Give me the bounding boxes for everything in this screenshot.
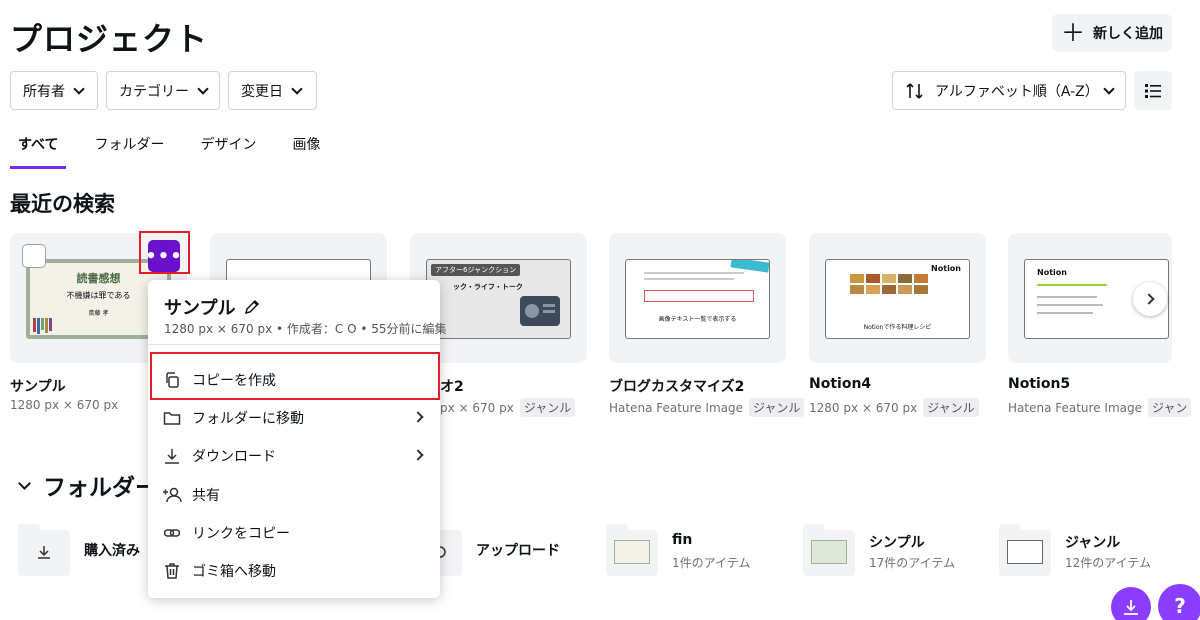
folder-count: 12件のアイテム	[1065, 556, 1152, 570]
chevron-down-icon	[291, 82, 303, 95]
design-thumbnail: アフター6ジャンクション ック・ライフ・トーク	[426, 259, 571, 339]
card-title[interactable]: Notion4	[809, 376, 871, 392]
tab-all[interactable]: すべて	[10, 130, 67, 169]
download-icon	[162, 446, 182, 466]
ribbon-decoration	[730, 260, 769, 273]
design-thumbnail: Notion Notionで作る料理レシピ	[825, 259, 970, 339]
folder-name[interactable]: シンプル	[869, 532, 925, 552]
card-tag: ジャンル	[748, 398, 805, 417]
recent-section-title: 最近の検索	[10, 192, 115, 216]
filter-category[interactable]: カテゴリー	[106, 71, 220, 110]
divider	[148, 344, 440, 345]
card-meta: Hatena Feature Image ジャンル	[609, 398, 805, 417]
sort-icon	[906, 82, 923, 99]
card-tag: ジャン	[1147, 398, 1192, 417]
folder-icon	[162, 408, 182, 428]
folder-preview	[811, 540, 847, 564]
chevron-right-icon	[1142, 293, 1155, 305]
folder-preview	[1007, 540, 1043, 564]
books-illustration	[33, 318, 52, 334]
folder-name[interactable]: アップロード	[476, 540, 560, 560]
help-icon: ?	[1174, 594, 1186, 618]
folder-icon[interactable]	[803, 524, 855, 576]
folder-count: 17件のアイテム	[869, 556, 956, 570]
card-tag: ジャンル	[923, 398, 979, 417]
food-grid	[850, 274, 928, 294]
highlight-box	[139, 231, 190, 274]
trash-icon	[162, 561, 182, 581]
folder-name[interactable]: ジャンル	[1065, 532, 1120, 552]
folder-icon[interactable]	[606, 524, 658, 576]
menu-item-share[interactable]: 共有	[148, 476, 440, 514]
page-title: プロジェクト	[10, 20, 209, 58]
tab-folders[interactable]: フォルダー	[86, 130, 172, 169]
help-fab[interactable]: ?	[1158, 584, 1200, 620]
chevron-down-icon	[1103, 82, 1115, 95]
card-meta: 1280 px × 670 px	[10, 398, 119, 412]
download-icon	[38, 546, 50, 559]
design-thumbnail: 画像テキスト一覧で表示する	[625, 259, 770, 339]
chevron-right-icon	[412, 449, 424, 461]
pencil-icon[interactable]	[243, 298, 261, 316]
folder-icon[interactable]	[18, 524, 70, 576]
download-fab[interactable]	[1111, 587, 1151, 620]
folder-name[interactable]: fin	[672, 532, 692, 548]
list-icon	[1145, 83, 1161, 98]
filter-modified-date[interactable]: 変更日	[228, 71, 317, 110]
menu-item-move-to-folder[interactable]: フォルダーに移動	[148, 399, 440, 437]
card-title[interactable]: オ2	[440, 376, 464, 396]
card-title[interactable]: ブログカスタマイズ2	[609, 376, 744, 396]
card-tag: ジャンル	[519, 398, 576, 417]
radio-icon	[520, 296, 560, 326]
add-new-button[interactable]: ＋ 新しく追加	[1052, 14, 1172, 52]
folder-name[interactable]: 購入済み	[84, 540, 140, 560]
card-meta: px × 670 px ジャンル	[440, 398, 576, 417]
card-title[interactable]: Notion5	[1008, 376, 1070, 392]
folder-icon[interactable]	[999, 524, 1051, 576]
design-card[interactable]: Notion Notionで作る料理レシピ	[809, 233, 986, 363]
highlight-box	[150, 352, 440, 400]
folder-preview	[614, 540, 650, 564]
plus-icon: ＋	[1061, 19, 1085, 47]
menu-item-move-to-trash[interactable]: ゴミ箱へ移動	[148, 552, 440, 590]
menu-subtitle: 1280 px × 670 px • 作成者：C O • 55分前に編集	[164, 322, 447, 336]
share-icon	[162, 485, 182, 505]
tab-designs[interactable]: デザイン	[192, 130, 264, 169]
select-checkbox[interactable]	[22, 244, 46, 268]
folders-section-title[interactable]: フォルダー	[18, 468, 158, 502]
menu-title[interactable]: サンプル	[164, 294, 261, 320]
card-meta: Hatena Feature Image ジャン	[1008, 398, 1200, 417]
carousel-next-button[interactable]	[1133, 282, 1167, 316]
context-menu: サンプル 1280 px × 670 px • 作成者：C O • 55分前に編…	[148, 280, 447, 598]
chevron-down-icon	[197, 82, 209, 95]
link-icon	[162, 523, 182, 543]
add-new-label: 新しく追加	[1093, 26, 1163, 42]
chevron-right-icon	[412, 411, 424, 423]
filter-owner[interactable]: 所有者	[10, 71, 98, 110]
sort-select[interactable]: アルファベット順（A-Z）	[892, 71, 1126, 110]
folder-count: 1件のアイテム	[672, 556, 751, 570]
menu-item-copy-link[interactable]: リンクをコピー	[148, 514, 440, 552]
tab-bar: すべて フォルダー デザイン 画像	[10, 130, 348, 169]
card-title[interactable]: サンプル	[10, 376, 66, 396]
design-card[interactable]: 画像テキスト一覧で表示する	[609, 233, 786, 363]
tab-images[interactable]: 画像	[284, 130, 328, 169]
card-meta: 1280 px × 670 px ジャンル	[809, 398, 979, 417]
menu-item-download[interactable]: ダウンロード	[148, 437, 440, 475]
chevron-down-icon	[73, 82, 85, 95]
download-icon	[1124, 600, 1138, 615]
chevron-down-icon	[18, 476, 31, 490]
list-view-toggle[interactable]	[1134, 71, 1172, 110]
